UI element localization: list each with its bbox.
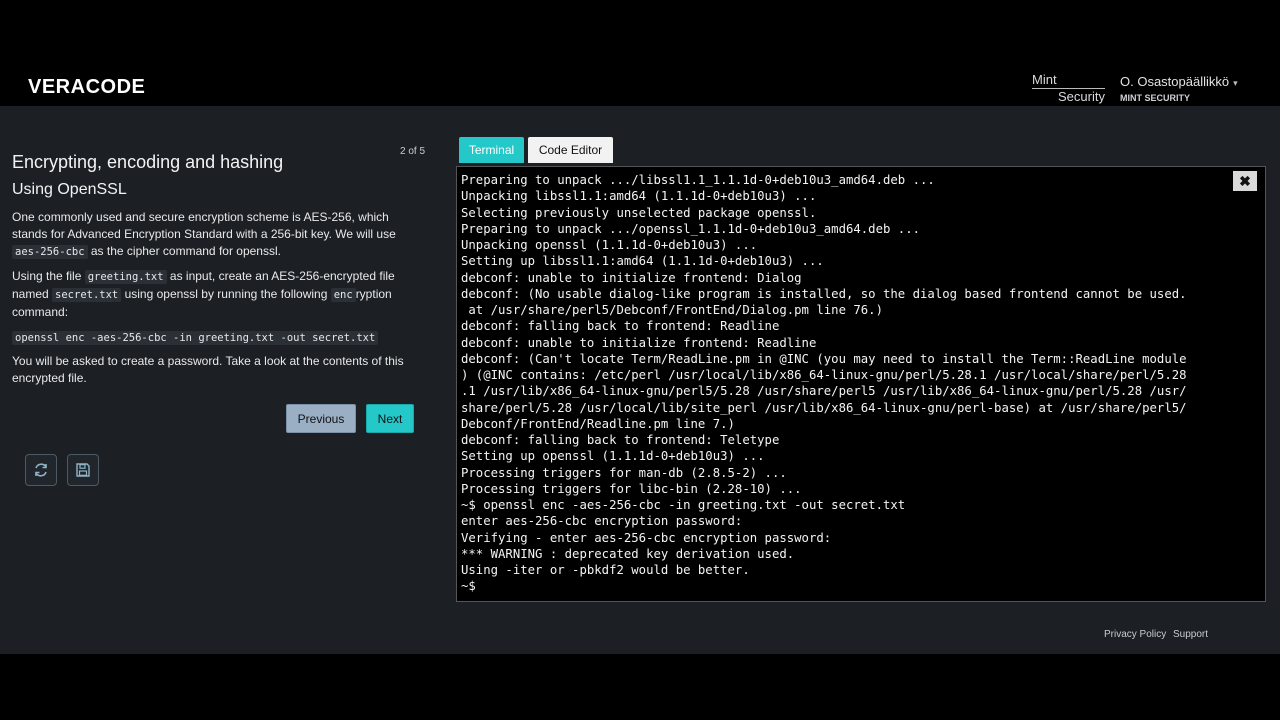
save-button[interactable] bbox=[67, 454, 99, 486]
lesson-paragraph-2: Using the file greeting.txt as input, cr… bbox=[12, 269, 395, 319]
terminal-line: Unpacking openssl (1.1.1d-0+deb10u3) ... bbox=[461, 238, 758, 252]
support-link[interactable]: Support bbox=[1173, 629, 1208, 640]
command-line: openssl enc -aes-256-cbc -in greeting.tx… bbox=[12, 329, 424, 347]
command-code: openssl enc -aes-256-cbc -in greeting.tx… bbox=[12, 331, 379, 345]
close-terminal-button[interactable]: ✖ bbox=[1233, 171, 1257, 191]
terminal-line: at /usr/share/perl5/Debconf/FrontEnd/Dia… bbox=[461, 303, 883, 317]
terminal-line: Verifying - enter aes-256-cbc encryption… bbox=[461, 530, 832, 545]
tab-terminal[interactable]: Terminal bbox=[459, 137, 524, 163]
inline-code: greeting.txt bbox=[84, 270, 167, 284]
terminal-line: debconf: unable to initialize frontend: … bbox=[461, 270, 802, 285]
terminal-output: Preparing to unpack .../libssl1.1_1.1.1d… bbox=[461, 172, 1261, 595]
terminal-line: share/perl/5.28 /usr/local/lib/site_perl… bbox=[461, 400, 1187, 415]
user-org: MINT SECURITY bbox=[1120, 93, 1191, 103]
user-menu[interactable]: O. Osastopäällikkö ▾ MINT SECURITY bbox=[1120, 73, 1238, 103]
terminal-line: Setting up libssl1.1:amd64 (1.1.1d-0+deb… bbox=[461, 254, 824, 269]
terminal-line: Processing triggers for libc-bin (2.28-1… bbox=[461, 481, 802, 496]
terminal-line: Using -iter or -pbkdf2 would be better. bbox=[461, 563, 750, 577]
top-bar: VERACODE Mint Security O. Osastopäällikk… bbox=[0, 0, 1280, 106]
terminal-line: debconf: falling back to frontend: Readl… bbox=[461, 319, 780, 334]
terminal-line: *** WARNING : deprecated key derivation … bbox=[461, 546, 795, 561]
terminal-line: Preparing to unpack .../libssl1.1_1.1.1d… bbox=[461, 173, 935, 187]
terminal-line: ~$ openssl enc -aes-256-cbc -in greeting… bbox=[461, 498, 906, 512]
refresh-button[interactable] bbox=[25, 454, 57, 486]
tab-code-editor[interactable]: Code Editor bbox=[528, 137, 613, 163]
privacy-policy-link[interactable]: Privacy Policy bbox=[1104, 629, 1166, 640]
step-indicator: 2 of 5 bbox=[400, 146, 426, 157]
refresh-icon bbox=[35, 463, 47, 477]
terminal-line: Selecting previously unselected package … bbox=[461, 205, 817, 220]
save-icon bbox=[76, 463, 90, 477]
lesson-title: Encrypting, encoding and hashing bbox=[12, 152, 284, 172]
lesson-paragraph-3: You will be asked to create a password. … bbox=[12, 354, 404, 385]
close-icon: ✖ bbox=[1239, 172, 1251, 189]
inline-code: secret.txt bbox=[52, 288, 122, 302]
terminal-line: debconf: falling back to frontend: Telet… bbox=[461, 433, 780, 447]
user-name: O. Osastopäällikkö bbox=[1120, 74, 1230, 89]
inline-code: aes-256-cbc bbox=[12, 245, 88, 259]
next-button[interactable]: Next bbox=[366, 404, 414, 433]
veracode-logo: VERACODE bbox=[28, 76, 146, 98]
lesson-subtitle: Using OpenSSL bbox=[12, 181, 127, 198]
mint-security-logo: Mint Security bbox=[1032, 72, 1105, 104]
terminal-line: debconf: unable to initialize frontend: … bbox=[461, 335, 817, 350]
terminal-line: debconf: (No usable dialog-like program … bbox=[461, 286, 1187, 301]
terminal-line: Preparing to unpack .../openssl_1.1.1d-0… bbox=[461, 221, 921, 236]
terminal-line: .1 /usr/lib/x86_64-linux-gnu/perl5/5.28 … bbox=[461, 384, 1187, 399]
terminal-line: Unpacking libssl1.1:amd64 (1.1.1d-0+deb1… bbox=[461, 189, 817, 204]
terminal-line: ~$ bbox=[461, 579, 476, 594]
terminal-line: ) (@INC contains: /etc/perl /usr/local/l… bbox=[461, 368, 1187, 382]
bottom-bar bbox=[0, 654, 1280, 720]
terminal-line: Processing triggers for man-db (2.8.5-2)… bbox=[461, 465, 787, 480]
terminal-panel[interactable]: Preparing to unpack .../libssl1.1_1.1.1d… bbox=[456, 166, 1266, 602]
terminal-line: Debconf/FrontEnd/Readline.pm line 7.) bbox=[461, 416, 735, 431]
terminal-line: Setting up openssl (1.1.1d-0+deb10u3) ..… bbox=[461, 449, 765, 464]
inline-code: enc bbox=[330, 288, 356, 302]
lesson-paragraph-1: One commonly used and secure encryption … bbox=[12, 210, 396, 259]
terminal-line: debconf: (Can't locate Term/ReadLine.pm … bbox=[461, 351, 1187, 366]
terminal-line: enter aes-256-cbc encryption password: bbox=[461, 514, 743, 529]
chevron-down-icon: ▾ bbox=[1233, 78, 1238, 88]
previous-button[interactable]: Previous bbox=[286, 404, 356, 433]
